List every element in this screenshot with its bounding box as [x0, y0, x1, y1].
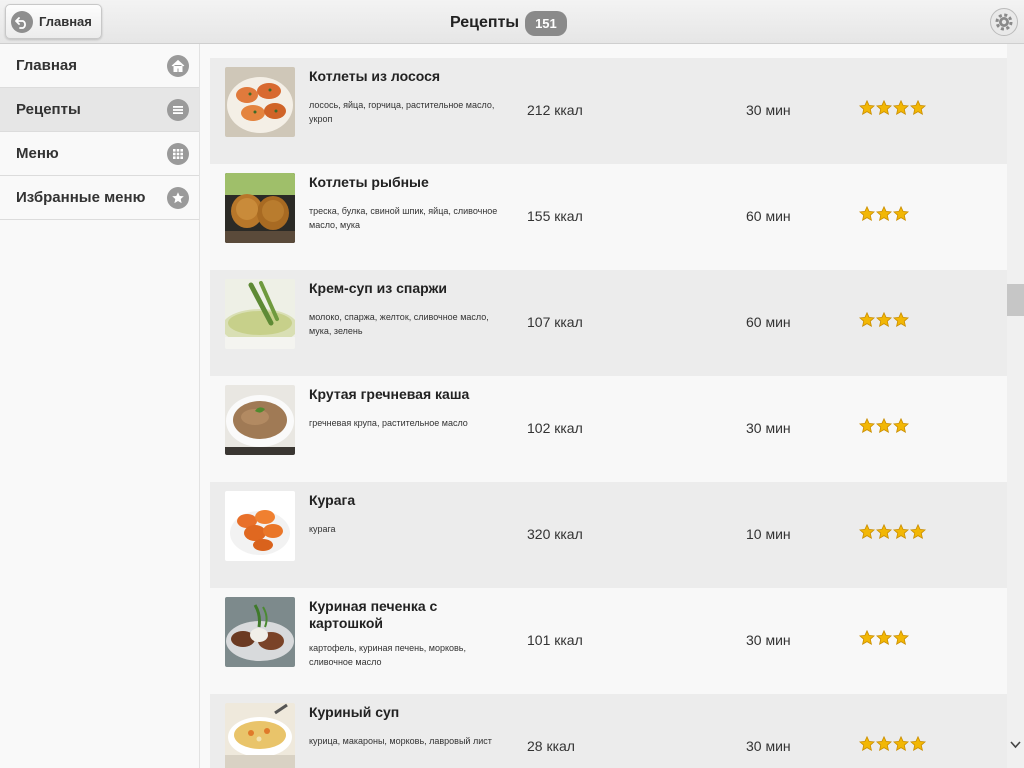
recipe-time: 30 мин	[746, 632, 791, 648]
rating-star-icon	[858, 417, 876, 434]
recipe-calories: 102 ккал	[527, 420, 583, 436]
rating-star-icon	[875, 99, 893, 116]
rating-star-icon	[892, 629, 910, 646]
recipe-time: 60 мин	[746, 314, 791, 330]
rating-star-icon	[858, 99, 876, 116]
list-scrollbar[interactable]	[1007, 44, 1024, 768]
recipe-calories: 155 ккал	[527, 208, 583, 224]
recipe-time: 10 мин	[746, 526, 791, 542]
rating-star-icon	[858, 735, 876, 752]
recipe-count-badge: 151	[525, 10, 567, 36]
recipe-row[interactable]: Котлеты из лосося лосось, яйца, горчица,…	[210, 58, 1007, 164]
grid-icon	[167, 142, 189, 165]
rating-star-icon	[858, 311, 876, 328]
rating-star-icon	[875, 417, 893, 434]
back-button-label: Главная	[39, 14, 92, 29]
recipe-time: 60 мин	[746, 208, 791, 224]
recipe-ingredients: картофель, куриная печень, морковь, слив…	[309, 643, 466, 667]
recipe-ingredients: лосось, яйца, горчица, растительное масл…	[309, 100, 495, 124]
recipe-rating	[858, 99, 927, 116]
recipe-name: Крутая гречневая каша	[309, 386, 470, 402]
recipe-thumbnail	[225, 279, 295, 349]
recipe-ingredients: курага	[309, 524, 336, 534]
recipe-rating	[858, 417, 910, 434]
recipe-name: Котлеты из лосося	[309, 68, 441, 84]
recipe-thumbnail	[225, 67, 295, 137]
rating-star-icon	[892, 417, 910, 434]
recipe-row[interactable]: Крем-суп из спаржи молоко, спаржа, желто…	[210, 270, 1007, 376]
recipe-time: 30 мин	[746, 420, 791, 436]
rating-star-icon	[875, 735, 893, 752]
recipe-rating	[858, 629, 910, 646]
back-home-button[interactable]: Главная	[5, 4, 102, 39]
sidebar-item-label: Главная	[16, 57, 78, 74]
recipe-rating	[858, 205, 910, 222]
recipe-calories: 107 ккал	[527, 314, 583, 330]
scrollbar-thumb[interactable]	[1007, 284, 1024, 316]
sidebar-item-label: Избранные меню	[16, 189, 146, 206]
rating-star-icon	[875, 629, 893, 646]
rating-star-icon	[892, 735, 910, 752]
recipe-name: Курага	[309, 492, 356, 508]
recipe-calories: 320 ккал	[527, 526, 583, 542]
recipe-ingredients: гречневая крупа, растительное масло	[309, 418, 468, 428]
recipe-rating	[858, 735, 927, 752]
recipe-thumbnail	[225, 703, 295, 768]
recipe-thumbnail	[225, 597, 295, 667]
gear-icon	[995, 13, 1013, 31]
sidebar-item-home[interactable]: Главная	[0, 44, 199, 88]
recipe-name: Куриная печенка с картошкой	[309, 598, 438, 631]
recipe-rating	[858, 311, 910, 328]
settings-button[interactable]	[990, 8, 1018, 36]
sidebar-item-favorite-menus[interactable]: Избранные меню	[0, 176, 199, 220]
back-arrow-icon	[11, 10, 33, 33]
rating-star-icon	[858, 523, 876, 540]
recipe-time: 30 мин	[746, 102, 791, 118]
sidebar-item-recipes[interactable]: Рецепты	[0, 88, 199, 132]
rating-star-icon	[909, 735, 927, 752]
list-icon	[167, 98, 189, 121]
recipe-row[interactable]: Курага курага 320 ккал 10 мин	[210, 482, 1007, 588]
home-icon	[167, 54, 189, 77]
recipe-ingredients: курица, макароны, морковь, лавровый лист	[309, 736, 492, 746]
recipe-name: Котлеты рыбные	[309, 174, 429, 190]
recipe-rating	[858, 523, 927, 540]
rating-star-icon	[892, 523, 910, 540]
rating-star-icon	[875, 523, 893, 540]
star-icon	[167, 186, 189, 209]
recipe-calories: 212 ккал	[527, 102, 583, 118]
rating-star-icon	[875, 205, 893, 222]
recipe-thumbnail	[225, 385, 295, 455]
rating-star-icon	[909, 523, 927, 540]
rating-star-icon	[858, 629, 876, 646]
recipe-name: Крем-суп из спаржи	[309, 280, 448, 296]
recipe-thumbnail	[225, 173, 295, 243]
rating-star-icon	[909, 99, 927, 116]
recipe-calories: 101 ккал	[527, 632, 583, 648]
sidebar-item-label: Меню	[16, 145, 59, 162]
recipe-thumbnail	[225, 491, 295, 561]
top-bar: Главная Рецепты 151	[0, 0, 1024, 44]
rating-star-icon	[892, 99, 910, 116]
recipe-ingredients: треска, булка, свиной шпик, яйца, сливоч…	[309, 206, 498, 230]
page-title-group: Рецепты 151	[450, 9, 567, 37]
sidebar: Главная Рецепты Меню Избранные меню	[0, 44, 200, 768]
recipe-time: 30 мин	[746, 738, 791, 754]
recipe-row[interactable]: Куриный суп курица, макароны, морковь, л…	[210, 694, 1007, 768]
rating-star-icon	[875, 311, 893, 328]
rating-star-icon	[892, 205, 910, 222]
recipe-row[interactable]: Крутая гречневая каша гречневая крупа, р…	[210, 376, 1007, 482]
chevron-down-icon[interactable]	[1009, 738, 1022, 751]
recipe-ingredients: молоко, спаржа, желток, сливочное масло,…	[309, 312, 489, 336]
recipe-row[interactable]: Куриная печенка с картошкой картофель, к…	[210, 588, 1007, 694]
page-title: Рецепты	[450, 14, 520, 31]
rating-star-icon	[858, 205, 876, 222]
recipe-name: Куриный суп	[309, 704, 400, 720]
rating-star-icon	[892, 311, 910, 328]
recipe-calories: 28 ккал	[527, 738, 575, 754]
recipe-list: Котлеты из лосося лосось, яйца, горчица,…	[210, 58, 1007, 768]
recipe-row[interactable]: Котлеты рыбные треска, булка, свиной шпи…	[210, 164, 1007, 270]
sidebar-item-label: Рецепты	[16, 101, 81, 118]
sidebar-item-menu[interactable]: Меню	[0, 132, 199, 176]
